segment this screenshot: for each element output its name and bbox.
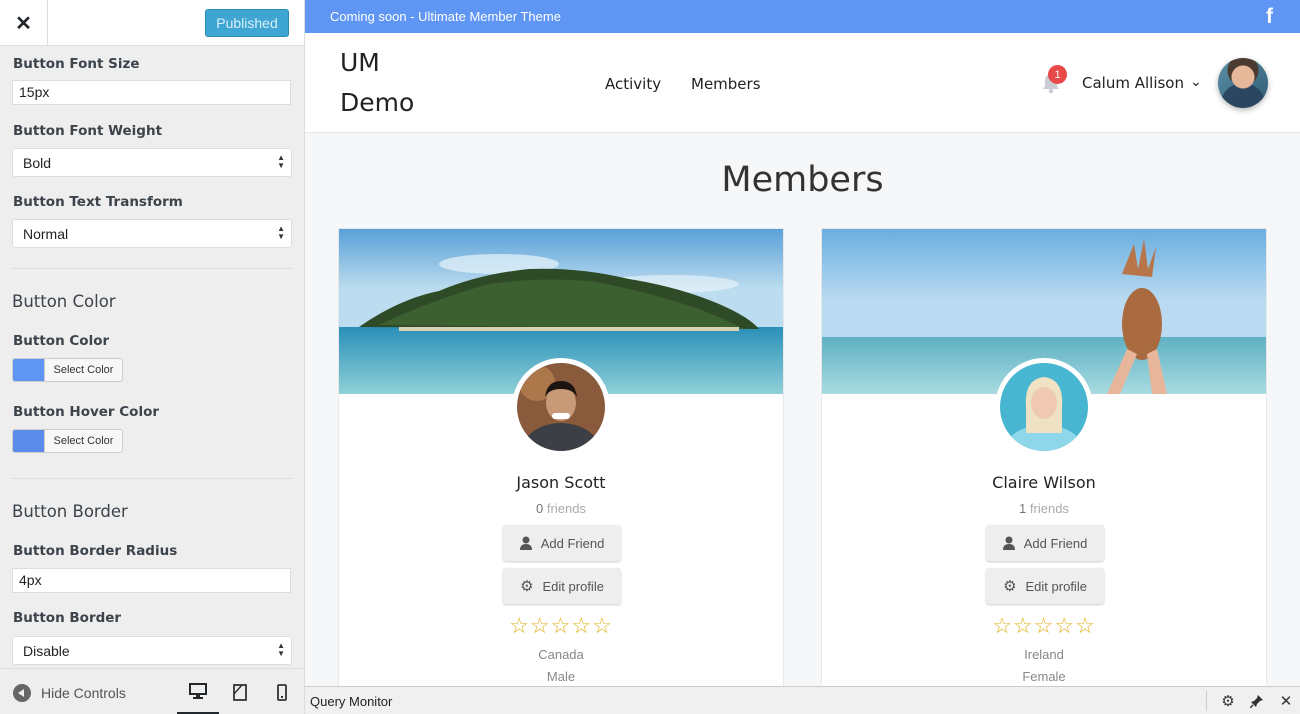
rating-stars: ☆☆☆☆☆ xyxy=(509,613,613,638)
facebook-icon[interactable]: f xyxy=(1266,5,1273,29)
member-gender: Male xyxy=(546,669,576,684)
member-avatar[interactable] xyxy=(512,358,610,456)
border-radius-input[interactable]: 4px xyxy=(12,568,291,593)
hide-controls-button[interactable]: Hide Controls xyxy=(13,684,126,702)
customizer-header: ✕ Published xyxy=(0,0,304,46)
gear-icon: ⚙ xyxy=(1003,578,1017,595)
notification-badge: 1 xyxy=(1048,65,1067,84)
gear-icon[interactable]: ⚙ xyxy=(1218,691,1238,711)
member-name[interactable]: Jason Scott xyxy=(339,473,783,492)
friends-number: 0 xyxy=(536,501,544,516)
divider xyxy=(12,478,292,479)
text-transform-select[interactable]: Normal ▲ ▼ xyxy=(12,219,292,248)
text-transform-label: Button Text Transform xyxy=(13,194,183,210)
border-label: Button Border xyxy=(13,610,122,626)
add-friend-button[interactable]: Add Friend xyxy=(503,525,621,561)
button-border-section-title: Button Border xyxy=(12,502,128,521)
friends-label: friends xyxy=(546,501,586,516)
announcement-text: Coming soon - Ultimate Member Theme xyxy=(330,9,561,24)
member-gender: Female xyxy=(1022,669,1066,684)
mobile-icon xyxy=(277,683,287,701)
friends-label: friends xyxy=(1029,501,1069,516)
add-friend-button[interactable]: Add Friend xyxy=(986,525,1104,561)
divider xyxy=(1206,691,1207,711)
hover-color-label: Button Hover Color xyxy=(13,404,160,420)
border-radius-label: Button Border Radius xyxy=(13,543,178,559)
font-size-input[interactable]: 15px xyxy=(12,80,291,105)
edit-profile-button[interactable]: ⚙ Edit profile xyxy=(503,568,621,604)
select-color-label: Select Color xyxy=(53,364,114,376)
button-color-label: Button Color xyxy=(13,333,110,349)
add-friend-label: Add Friend xyxy=(540,535,605,551)
pin-icon[interactable] xyxy=(1247,691,1267,711)
close-icon[interactable]: ✕ xyxy=(0,0,48,46)
user-icon xyxy=(519,536,532,550)
select-arrows-icon: ▲ ▼ xyxy=(277,153,285,170)
member-country: Canada xyxy=(538,647,584,662)
border-value: Disable xyxy=(23,643,70,659)
select-color-label: Select Color xyxy=(53,435,114,447)
font-size-label: Button Font Size xyxy=(13,56,140,72)
query-monitor-bar: Query Monitor ⚙ ✕ xyxy=(305,686,1300,714)
button-color-picker[interactable]: Select Color xyxy=(12,358,123,382)
friends-count: 1 friends xyxy=(822,501,1266,516)
border-select[interactable]: Disable ▲ ▼ xyxy=(12,636,292,665)
mobile-preview-button[interactable] xyxy=(261,669,303,714)
divider xyxy=(12,268,292,269)
chevron-down-icon[interactable]: ⌄ xyxy=(1190,73,1202,90)
member-photo xyxy=(517,363,605,451)
page-title: Members xyxy=(721,160,884,200)
nav-members[interactable]: Members xyxy=(691,75,761,93)
user-menu-name[interactable]: Calum Allison xyxy=(1082,74,1184,92)
pin-shape xyxy=(1250,695,1263,708)
member-card: Claire Wilson 1 friends Add Friend ⚙ Edi… xyxy=(821,228,1267,698)
hover-color-swatch xyxy=(13,430,45,452)
friends-count: 0 friends xyxy=(339,501,783,516)
add-friend-label: Add Friend xyxy=(1023,535,1088,551)
select-arrows-icon: ▲ ▼ xyxy=(277,641,285,658)
user-avatar[interactable] xyxy=(1218,58,1268,108)
friends-number: 1 xyxy=(1019,501,1027,516)
rating-stars: ☆☆☆☆☆ xyxy=(992,613,1096,638)
edit-profile-label: Edit profile xyxy=(1025,578,1087,594)
tablet-icon xyxy=(233,683,247,701)
hide-controls-label: Hide Controls xyxy=(41,685,126,701)
announcement-bar: Coming soon - Ultimate Member Theme f xyxy=(305,0,1300,33)
member-country: Ireland xyxy=(1024,647,1064,662)
edit-profile-label: Edit profile xyxy=(542,578,604,594)
member-avatar[interactable] xyxy=(995,358,1093,456)
text-transform-value: Normal xyxy=(23,226,69,242)
hover-color-picker[interactable]: Select Color xyxy=(12,429,123,453)
font-weight-value: Bold xyxy=(23,155,52,171)
button-color-section-title: Button Color xyxy=(12,292,116,311)
site-header: UM Demo Activity Members 1 Calum Allison… xyxy=(305,33,1300,133)
gear-icon: ⚙ xyxy=(520,578,534,595)
desktop-preview-button[interactable] xyxy=(177,669,219,714)
font-weight-label: Button Font Weight xyxy=(13,123,163,139)
site-logo[interactable]: UM Demo xyxy=(340,43,460,123)
publish-button[interactable]: Published xyxy=(205,9,289,37)
query-monitor-title[interactable]: Query Monitor xyxy=(310,694,392,709)
member-card: Jason Scott 0 friends Add Friend ⚙ Edit … xyxy=(338,228,784,698)
site-preview: Coming soon - Ultimate Member Theme f UM… xyxy=(305,0,1300,714)
collapse-arrow-icon xyxy=(13,684,31,702)
tablet-preview-button[interactable] xyxy=(219,669,261,714)
edit-profile-button[interactable]: ⚙ Edit profile xyxy=(986,568,1104,604)
member-photo xyxy=(1000,363,1088,451)
member-name[interactable]: Claire Wilson xyxy=(822,473,1266,492)
select-arrows-icon: ▲ ▼ xyxy=(277,224,285,241)
nav-activity[interactable]: Activity xyxy=(605,75,661,93)
desktop-icon xyxy=(189,682,207,699)
close-icon[interactable]: ✕ xyxy=(1276,691,1296,711)
customizer-sidebar: ✕ Published Button Font Size 15px Button… xyxy=(0,0,305,714)
font-weight-select[interactable]: Bold ▲ ▼ xyxy=(12,148,292,177)
customizer-footer: Hide Controls xyxy=(0,668,304,714)
button-color-swatch xyxy=(13,359,45,381)
user-icon xyxy=(1002,536,1015,550)
